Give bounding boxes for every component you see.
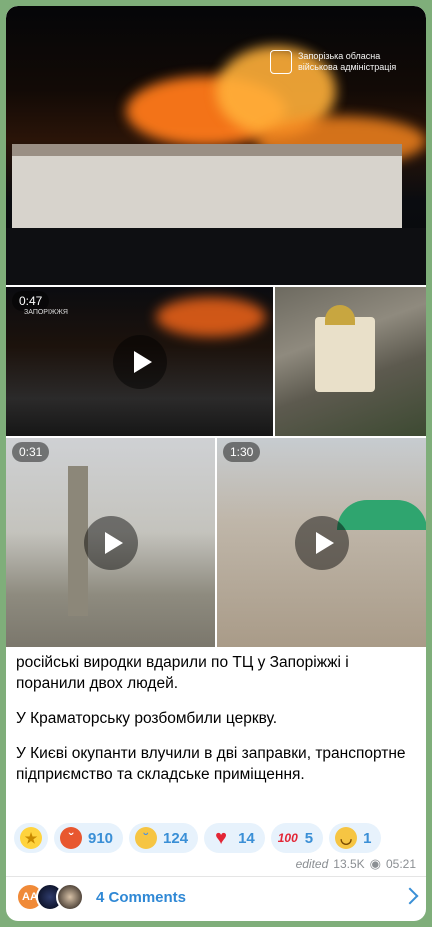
paragraph: У Києві окупанти влучили в дві заправки,… [16,745,406,783]
reaction-count: 910 [88,829,114,847]
emblem-icon [270,50,292,74]
comments-link[interactable]: AA 4 Comments [16,882,419,912]
photo-church-aerial[interactable] [275,287,426,436]
watermark-text: Запорізька обласна військова адміністрац… [298,51,397,72]
crying-face-icon: ˘ [135,827,158,849]
reaction-crying[interactable]: ˘ 124 [129,823,199,853]
church-roof [337,500,426,530]
photo-mall-fire[interactable]: Запорізька обласна військова адміністрац… [6,6,426,285]
reaction-angry[interactable]: ˇ 910 [54,823,124,853]
message-meta: edited 13.5K ◉ 05:21 [296,856,416,872]
church-dome [325,305,355,325]
message-bubble: Запорізька обласна військова адміністрац… [6,6,426,921]
play-icon[interactable] [113,335,167,389]
watermark: Запорізька обласна військова адміністрац… [270,50,398,74]
avatar [56,883,84,911]
chevron-right-icon [401,887,419,905]
message-text: російські виродки вдарили по ТЦ у Запорі… [16,652,416,799]
mall-building [12,156,402,228]
video-church[interactable]: 1:30 [217,438,426,647]
video-street[interactable]: 0:31 [6,438,215,647]
divider [6,876,426,877]
fire-glow [156,297,266,337]
video-duration: 0:47 [12,291,50,311]
comments-label[interactable]: 4 Comments [96,889,186,906]
eye-icon: ◉ [369,856,381,871]
reaction-count: 1 [363,829,372,847]
grinning-face-icon: ◡ [335,827,358,849]
paragraph: У Краматорську розбомбили церкву. [16,710,278,727]
edited-label: edited [295,857,329,871]
reaction-count: 14 [238,829,255,847]
red-heart-icon: ♥ [215,826,227,849]
reactions-bar: ★ ˇ 910 ˘ 124 ♥ 14 100 5 ◡ 1 [14,823,382,853]
play-icon[interactable] [84,516,138,570]
road [6,228,426,285]
view-count: 13.5K [333,857,365,871]
hundred-icon: 100 [277,831,298,845]
reaction-star[interactable]: ★ [14,823,48,853]
reaction-count: 124 [163,829,189,847]
reaction-grinning[interactable]: ◡ 1 [329,823,382,853]
video-fire-truck[interactable]: 0:47 ЗАПОРІЖЖЯ [6,287,273,436]
star-icon: ★ [20,827,42,849]
video-duration: 1:30 [223,442,261,462]
play-icon[interactable] [295,516,349,570]
church-building [315,317,375,392]
reaction-hundred[interactable]: 100 5 [270,823,324,853]
angry-face-icon: ˇ [60,827,82,849]
reaction-count: 5 [304,829,314,847]
message-time: 05:21 [385,857,416,871]
overlay-source: ЗАПОРІЖЖЯ [24,309,68,316]
reaction-heart[interactable]: ♥ 14 [204,823,265,853]
paragraph: російські виродки вдарили по ТЦ у Запорі… [16,654,349,692]
video-duration: 0:31 [12,442,50,462]
